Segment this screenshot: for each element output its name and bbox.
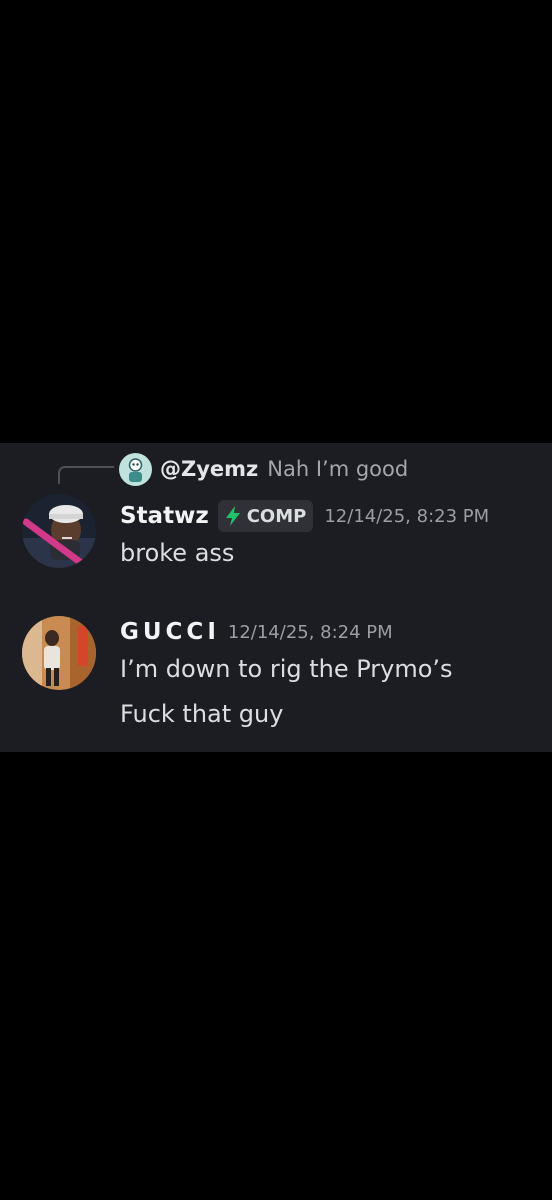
statwz-avatar[interactable] <box>22 494 96 568</box>
timestamp[interactable]: 12/14/25, 8:23 PM <box>324 506 489 527</box>
lightning-bolt-icon <box>225 506 240 526</box>
message-text[interactable]: I’m down to rig the Prymo’s <box>120 655 453 683</box>
server-tag-label: COMP <box>246 505 307 527</box>
message-header-gucci: GUCCI 12/14/25, 8:24 PM <box>120 616 393 648</box>
reply-avatar <box>119 452 152 486</box>
reply-author[interactable]: @Zyemz <box>160 457 258 481</box>
reply-preview[interactable]: @Zyemz Nah I’m good <box>119 452 408 486</box>
message-text[interactable]: broke ass <box>120 539 234 567</box>
gucci-avatar[interactable] <box>22 616 96 690</box>
message-header-statwz: Statwz COMP 12/14/25, 8:23 PM <box>120 498 489 534</box>
reply-text[interactable]: Nah I’m good <box>267 457 408 481</box>
username-statwz[interactable]: Statwz <box>120 503 209 529</box>
reply-connector-line <box>58 466 114 484</box>
username-gucci[interactable]: GUCCI <box>120 619 220 645</box>
server-tag-badge[interactable]: COMP <box>217 500 314 532</box>
message-text[interactable]: Fuck that guy <box>120 700 283 728</box>
timestamp[interactable]: 12/14/25, 8:24 PM <box>228 622 393 643</box>
